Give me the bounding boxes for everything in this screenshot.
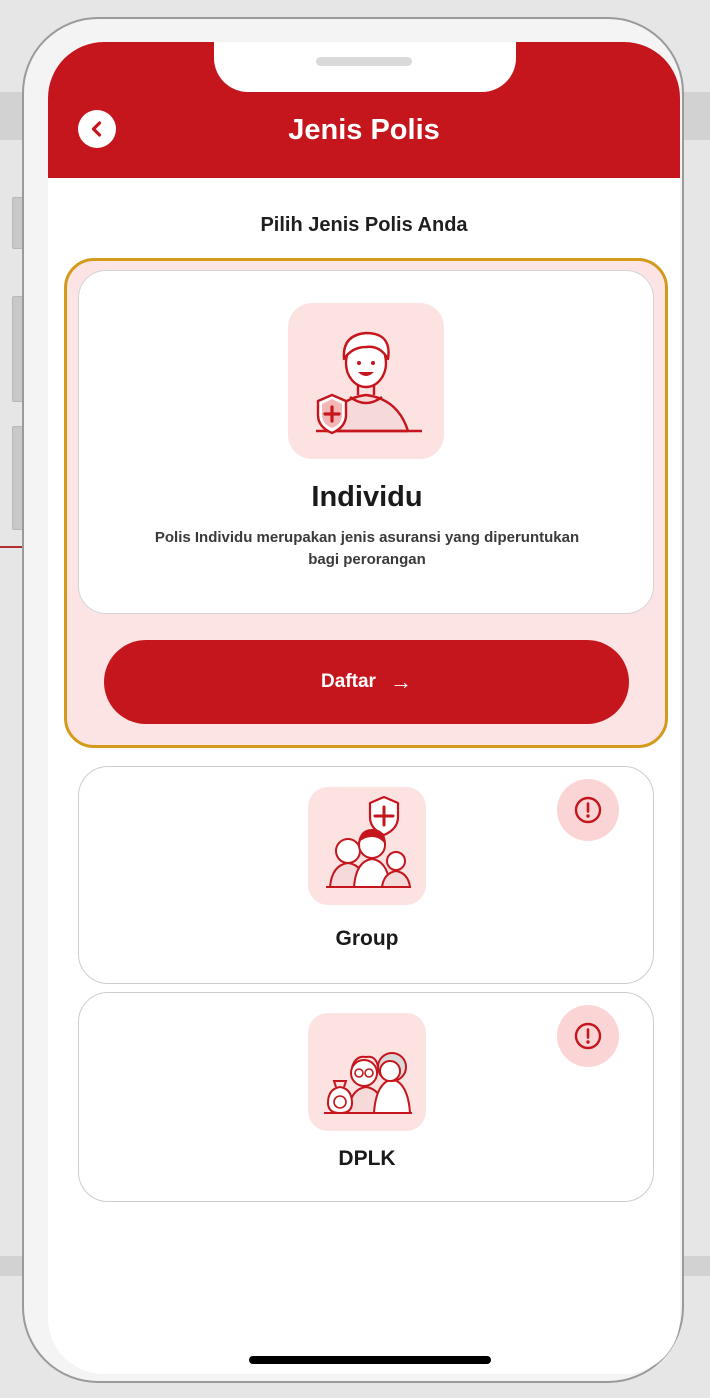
family-shield-illustration-icon: [308, 787, 426, 905]
individu-option-selected[interactable]: Individu Polis Individu merupakan jenis …: [64, 258, 668, 748]
individu-description: Polis Individu merupakan jenis asuransi …: [154, 529, 580, 568]
person-shield-illustration-icon: [288, 303, 444, 459]
daftar-button-label: Daftar: [321, 671, 376, 692]
dplk-info-button[interactable]: [557, 1005, 619, 1067]
dplk-label: DPLK: [338, 1147, 396, 1170]
daftar-button[interactable]: Daftar →: [104, 640, 629, 724]
page-subtitle: Pilih Jenis Polis Anda: [260, 214, 468, 236]
group-info-button[interactable]: [557, 779, 619, 841]
individu-title: Individu: [311, 481, 423, 513]
exclamation-circle-icon: [574, 1022, 602, 1050]
phone-screen: Jenis Polis Pilih Jenis Polis Anda Indiv…: [48, 42, 680, 1374]
dplk-option-card[interactable]: DPLK: [78, 992, 654, 1202]
group-label: Group: [335, 927, 399, 950]
page-title: Jenis Polis: [288, 114, 440, 146]
arrow-right-icon: →: [389, 669, 412, 694]
phone-speaker: [316, 57, 412, 66]
phone-notch: [214, 42, 516, 92]
exclamation-circle-icon: [574, 796, 602, 824]
individu-card[interactable]: Individu Polis Individu merupakan jenis …: [78, 270, 654, 614]
group-option-card[interactable]: Group: [78, 766, 654, 984]
elderly-couple-money-bag-illustration-icon: [308, 1013, 426, 1131]
home-indicator[interactable]: [249, 1356, 491, 1364]
